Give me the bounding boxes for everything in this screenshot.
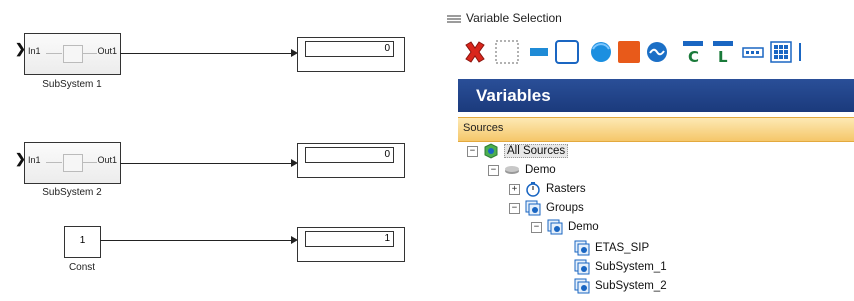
red-square-icon[interactable] [616,39,642,65]
more-icon[interactable] [796,39,816,65]
hardware-icon [504,162,520,178]
tree-label: Demo [568,221,599,233]
subsystem-1-inner-line [46,53,62,54]
collapse-icon[interactable]: − [488,164,499,176]
variables-header: Variables [458,79,854,112]
subsystem-2-label: SubSystem 2 [42,187,102,198]
group-icon [574,240,590,256]
stopwatch-icon [525,181,541,197]
group-icon [547,219,563,235]
matrix-icon[interactable] [768,39,794,65]
tree-item-all-sources[interactable]: − All Sources [467,142,569,160]
group-icon [574,259,590,275]
tree-item-subsystem-2[interactable]: SubSystem_2 [574,277,667,295]
subsystem-2-in-label: In1 [28,155,41,165]
subsystem-2-out-label: Out1 [97,155,117,165]
display-1-value: 0 [305,41,394,57]
signal-line[interactable] [100,240,293,241]
tree-label: ETAS_SIP [595,242,650,254]
subsystem-2-inner-block [63,154,83,172]
tree-item-subsystem-1[interactable]: SubSystem_1 [574,258,667,276]
select-dotted-icon[interactable] [494,39,520,65]
sphere-icon[interactable] [588,39,614,65]
tree-label: Demo [525,164,556,176]
subsystem-1-block[interactable]: In1 Out1 [24,33,121,75]
sources-label: Sources [463,122,504,134]
tree-item-demo[interactable]: − Demo [488,161,556,179]
svg-text:C: C [688,48,699,65]
subsystem-1-label: SubSystem 1 [42,79,102,90]
collapse-icon[interactable]: − [509,202,520,214]
panel-title: Variable Selection [466,11,562,25]
subsystem-2-inner-line [46,162,62,163]
tree-label: All Sources [504,144,569,158]
subsystem-1-in-label: In1 [28,46,41,56]
const-value: 1 [79,235,86,246]
const-label: Const [68,262,96,273]
signal-line[interactable] [120,53,293,54]
display-3-value: 1 [305,231,394,247]
collapse-icon[interactable]: − [467,145,478,157]
variables-header-label: Variables [476,86,551,105]
display-2-block[interactable]: 0 [297,143,405,178]
bar-icon[interactable] [526,39,552,65]
expand-icon[interactable]: + [509,183,520,195]
variable-selection-icon [446,12,462,24]
l-variable-icon[interactable]: L [710,39,736,66]
tree-label: Groups [546,202,584,214]
all-sources-icon [483,143,499,159]
c-variable-icon[interactable]: C [680,39,706,66]
wave-icon[interactable] [644,39,670,65]
group-icon [574,278,590,294]
collapse-icon[interactable]: − [531,221,542,233]
display-1-block[interactable]: 0 [297,37,405,72]
tree-label: Rasters [546,183,586,195]
subsystem-2-inner-line [82,162,97,163]
subsystem-1-out-label: Out1 [97,46,117,56]
subsystem-2-block[interactable]: In1 Out1 [24,142,121,184]
display-2-value: 0 [305,147,394,163]
tree-label: SubSystem_1 [595,261,667,273]
tree-item-etas-sip[interactable]: ETAS_SIP [574,239,649,257]
tree-item-groups[interactable]: − Groups [509,199,584,217]
svg-text:L: L [718,48,728,65]
delete-icon[interactable] [462,39,488,65]
tree-item-rasters[interactable]: + Rasters [509,180,586,198]
tree-item-group-demo[interactable]: − Demo [531,218,599,236]
const-block[interactable]: 1 [64,226,101,258]
groups-icon [525,200,541,216]
subsystem-1-inner-block [63,45,83,63]
tree-label: SubSystem_2 [595,280,667,292]
subsystem-1-inner-line [82,53,97,54]
display-3-block[interactable]: 1 [297,227,405,262]
rectangle-frame-icon[interactable] [554,39,580,65]
toolbar: C L [462,33,854,73]
array-icon[interactable] [740,39,766,65]
signal-line[interactable] [120,163,293,164]
sources-bar[interactable]: Sources [458,117,854,142]
